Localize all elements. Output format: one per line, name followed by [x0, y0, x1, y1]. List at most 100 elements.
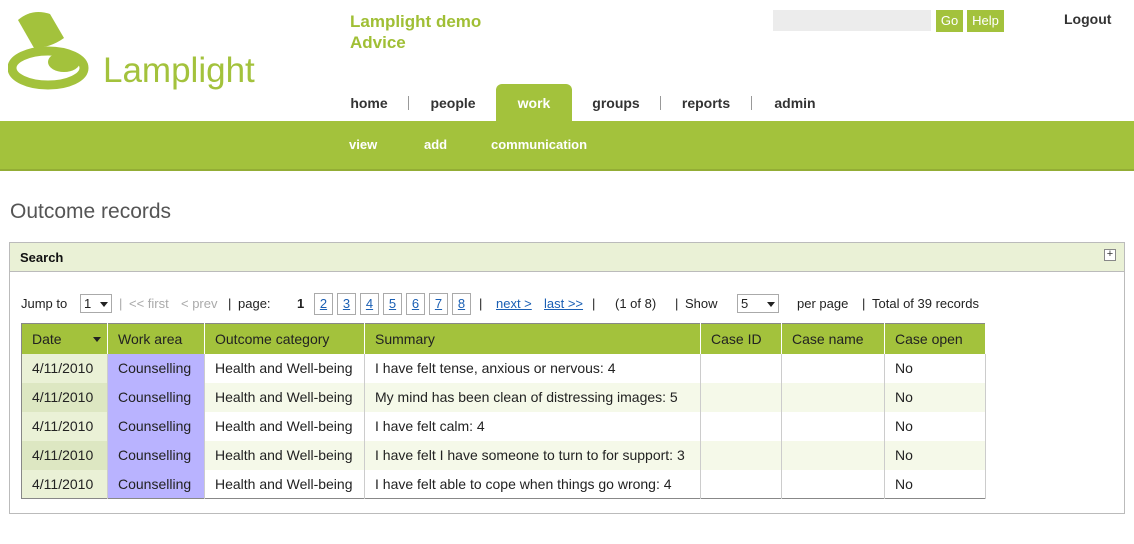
- show-label: Show: [685, 296, 718, 311]
- logout-link[interactable]: Logout: [1064, 11, 1111, 27]
- table-row[interactable]: 4/11/2010 Counselling Health and Well-be…: [21, 382, 986, 412]
- column-header-summary[interactable]: Summary: [364, 323, 701, 354]
- column-header-case-name[interactable]: Case name: [781, 323, 885, 354]
- cell-work-area: Counselling: [107, 469, 205, 499]
- page-link[interactable]: 5: [383, 293, 402, 315]
- nav-divider: [751, 96, 752, 110]
- page-link[interactable]: 8: [452, 293, 471, 315]
- help-button[interactable]: Help: [967, 10, 1004, 32]
- pager-separator: |: [479, 296, 483, 311]
- cell-case-name: [781, 469, 885, 499]
- caret-down-icon: [93, 337, 101, 342]
- per-page-value: 5: [741, 296, 749, 311]
- page-link[interactable]: 7: [429, 293, 448, 315]
- jump-to-label: Jump to: [21, 296, 68, 311]
- cell-work-area: Counselling: [107, 382, 205, 412]
- app-title-line1: Lamplight demo: [350, 12, 482, 31]
- lamp-logo-icon: Lamplight: [7, 12, 255, 90]
- page-link[interactable]: 6: [406, 293, 425, 315]
- cell-case-open: No: [884, 353, 986, 383]
- plus-box-icon[interactable]: +: [1104, 249, 1116, 261]
- cell-case-name: [781, 411, 885, 441]
- cell-case-id: [700, 353, 782, 383]
- app-title-line2: Advice: [350, 33, 406, 52]
- last-page-link[interactable]: last >>: [544, 295, 583, 313]
- nav-reports[interactable]: reports: [672, 84, 740, 122]
- total-records: Total of 39 records: [872, 296, 979, 311]
- cell-date: 4/11/2010: [21, 353, 108, 383]
- cell-outcome-category: Health and Well-being: [204, 411, 365, 441]
- pager: Jump to 1 | << first < prev | page: 1 2 …: [21, 293, 1111, 317]
- nav-work[interactable]: work: [496, 84, 572, 122]
- search-panel: Search + Jump to 1 | << first < prev | p…: [9, 242, 1125, 514]
- app-title: Lamplight demo Advice: [350, 11, 481, 53]
- sub-nav: view add communication: [0, 121, 1134, 171]
- page-title: Outcome records: [10, 200, 172, 223]
- cell-case-id: [700, 440, 782, 470]
- outcome-records-table: Date Work area Outcome category Summary …: [21, 323, 986, 499]
- first-page-link: << first: [129, 296, 169, 311]
- cell-date: 4/11/2010: [21, 469, 108, 499]
- cell-date: 4/11/2010: [21, 411, 108, 441]
- cell-date: 4/11/2010: [21, 382, 108, 412]
- per-page-select[interactable]: 5: [737, 294, 779, 313]
- cell-case-open: No: [884, 411, 986, 441]
- current-page: 1: [297, 296, 305, 311]
- cell-outcome-category: Health and Well-being: [204, 469, 365, 499]
- subnav-add[interactable]: add: [424, 137, 447, 152]
- pager-separator: |: [119, 296, 123, 311]
- nav-divider: [408, 96, 409, 110]
- cell-case-open: No: [884, 469, 986, 499]
- subnav-communication[interactable]: communication: [491, 137, 587, 152]
- pager-separator: |: [862, 296, 866, 311]
- pager-separator: |: [592, 296, 596, 311]
- cell-outcome-category: Health and Well-being: [204, 440, 365, 470]
- nav-admin[interactable]: admin: [764, 84, 826, 122]
- lamplight-logo[interactable]: Lamplight: [7, 8, 278, 94]
- prev-page-link: < prev: [181, 296, 218, 311]
- table-row[interactable]: 4/11/2010 Counselling Health and Well-be…: [21, 353, 986, 383]
- nav-groups[interactable]: groups: [582, 84, 650, 122]
- search-panel-header[interactable]: Search +: [10, 243, 1124, 272]
- table-header-row: Date Work area Outcome category Summary …: [21, 323, 986, 354]
- column-header-date[interactable]: Date: [21, 323, 108, 354]
- cell-summary: I have felt tense, anxious or nervous: 4: [364, 353, 701, 383]
- table-row[interactable]: 4/11/2010 Counselling Health and Well-be…: [21, 411, 986, 441]
- cell-outcome-category: Health and Well-being: [204, 382, 365, 412]
- header-search-input[interactable]: [773, 10, 931, 31]
- cell-outcome-category: Health and Well-being: [204, 353, 365, 383]
- pager-separator: |: [228, 296, 232, 311]
- cell-summary: I have felt able to cope when things go …: [364, 469, 701, 499]
- cell-work-area: Counselling: [107, 440, 205, 470]
- column-header-outcome-category[interactable]: Outcome category: [204, 323, 365, 354]
- table-row[interactable]: 4/11/2010 Counselling Health and Well-be…: [21, 469, 986, 499]
- jump-to-select[interactable]: 1: [80, 294, 112, 313]
- cell-case-id: [700, 382, 782, 412]
- column-header-work-area[interactable]: Work area: [107, 323, 205, 354]
- cell-case-name: [781, 353, 885, 383]
- next-page-link[interactable]: next >: [496, 295, 532, 313]
- page-link[interactable]: 3: [337, 293, 356, 315]
- nav-home[interactable]: home: [340, 84, 398, 122]
- main-nav: home people work groups reports admin: [0, 84, 1134, 122]
- page-link[interactable]: 4: [360, 293, 379, 315]
- subnav-view[interactable]: view: [349, 137, 377, 152]
- cell-summary: I have felt calm: 4: [364, 411, 701, 441]
- cell-case-name: [781, 440, 885, 470]
- cell-case-open: No: [884, 382, 986, 412]
- column-header-case-open[interactable]: Case open: [884, 323, 986, 354]
- page-label: page:: [238, 296, 271, 311]
- per-page-label: per page: [797, 296, 849, 311]
- cell-case-id: [700, 469, 782, 499]
- search-panel-label: Search: [20, 250, 64, 265]
- cell-case-open: No: [884, 440, 986, 470]
- nav-divider: [660, 96, 661, 110]
- cell-case-id: [700, 411, 782, 441]
- page-link[interactable]: 2: [314, 293, 333, 315]
- column-header-case-id[interactable]: Case ID: [700, 323, 782, 354]
- pager-separator: |: [675, 296, 679, 311]
- cell-summary: My mind has been clean of distressing im…: [364, 382, 701, 412]
- nav-people[interactable]: people: [418, 84, 488, 122]
- go-button[interactable]: Go: [936, 10, 963, 32]
- table-row[interactable]: 4/11/2010 Counselling Health and Well-be…: [21, 440, 986, 470]
